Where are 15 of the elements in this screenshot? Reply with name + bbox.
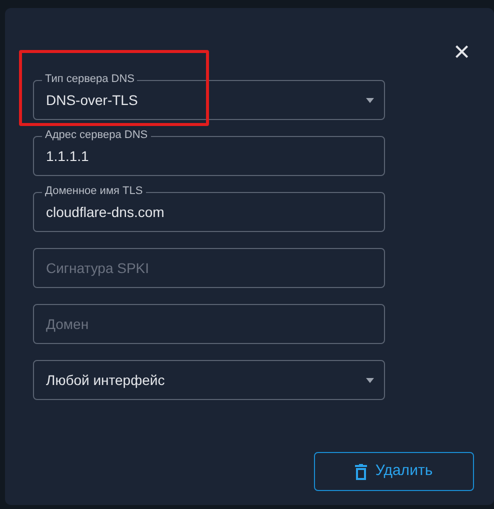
select-field[interactable]: Любой интерфейс [33,360,385,400]
field-value: Любой интерфейс [46,370,166,390]
field-label: Доменное имя TLS [42,184,146,199]
field-value: DNS-over-TLS [46,90,139,110]
field-placeholder: Домен [46,314,90,334]
field-value: 1.1.1.1 [46,146,90,166]
field-label: Адрес сервера DNS [42,128,151,143]
close-button[interactable]: × [454,38,470,66]
delete-button[interactable]: Удалить [314,452,474,491]
trash-icon [355,464,368,480]
field-value: cloudflare-dns.com [46,202,166,222]
dropdown-caret-icon [366,98,374,102]
field-label: Тип сервера DNS [42,72,138,87]
dropdown-caret-icon [366,378,374,382]
field-placeholder: Сигнатура SPKI [46,258,150,278]
